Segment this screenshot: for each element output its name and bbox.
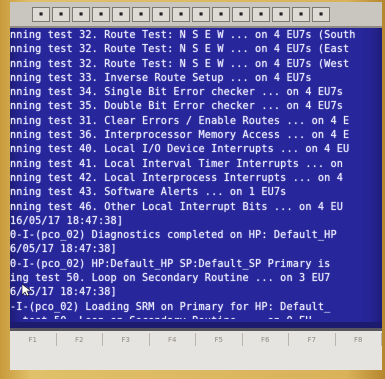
- disconnect-icon: ▪: [138, 9, 144, 18]
- console-line: nning test 32. Route Test: N S E W ... o…: [10, 44, 350, 56]
- keyboard-button[interactable]: ▪: [232, 6, 250, 22]
- disconnect-button[interactable]: ▪: [132, 6, 150, 22]
- connect-button[interactable]: ▪: [112, 6, 130, 22]
- console-line: nning test 36. Interprocessor Memory Acc…: [10, 130, 350, 142]
- color-button[interactable]: ▪: [212, 6, 230, 22]
- font-button[interactable]: ▪: [192, 6, 210, 22]
- console-line: nning test 32. Route Test: N S E W ... o…: [10, 30, 356, 41]
- macro-icon: ▪: [258, 9, 264, 18]
- transfer-icon: ▪: [278, 9, 284, 18]
- console-line: nning test 32. Route Test: N S E W ... o…: [10, 58, 350, 70]
- console-line: nning test 35. Double Bit Error checker …: [10, 101, 344, 113]
- paste-icon: ▪: [78, 9, 84, 18]
- paste-button[interactable]: ▪: [72, 6, 90, 22]
- transfer-button[interactable]: ▪: [272, 6, 290, 22]
- font-icon: ▪: [198, 9, 204, 18]
- help-icon: ▪: [298, 9, 304, 18]
- settings-icon: ▪: [158, 9, 164, 18]
- console-line: nning test 42. Local Interprocess Interr…: [10, 172, 344, 184]
- macro-button[interactable]: ▪: [252, 6, 270, 22]
- mouse-pointer-icon: [21, 283, 32, 297]
- console-line: nning test 33. Inverse Route Setup ... o…: [10, 72, 312, 84]
- console-line: nning test 41. Local Interval Timer Inte…: [10, 158, 344, 170]
- copy-icon: ▪: [58, 9, 64, 18]
- console-line: ing test 50. Loop on Secondary Routine .…: [10, 273, 331, 285]
- function-key-bar: F1 F2 F3 F4 F5 F6 F7 F8: [10, 328, 382, 370]
- console-line: 0-I-(pco_02) Diagnostics completed on HP…: [10, 230, 337, 242]
- window-button[interactable]: ▪: [32, 6, 50, 22]
- find-icon: ▪: [178, 9, 184, 18]
- color-icon: ▪: [218, 9, 224, 18]
- fkey-f4[interactable]: F4: [150, 333, 196, 346]
- console-line: nning test 43. Software Alerts ... on 1 …: [10, 187, 287, 199]
- monitor-bezel: ▪ ▪ ▪ ▪ ▪ ▪ ▪ ▪ ▪ ▪ ▪ ▪ ▪ ▪ ▪ nning test 32. Route Tes…: [0, 0, 385, 379]
- connect-icon: ▪: [118, 9, 124, 18]
- terminal-window: ▪ ▪ ▪ ▪ ▪ ▪ ▪ ▪ ▪ ▪ ▪ ▪ ▪ ▪ ▪ nning test 32. Route Tes…: [10, 2, 382, 370]
- fkey-f8[interactable]: F8: [336, 333, 382, 346]
- find-button[interactable]: ▪: [172, 6, 190, 22]
- fkey-f3[interactable]: F3: [103, 333, 150, 346]
- print-button[interactable]: ▪: [92, 6, 110, 22]
- help-button[interactable]: ▪: [292, 6, 310, 22]
- fkey-f2[interactable]: F2: [57, 333, 103, 346]
- window-icon: ▪: [38, 9, 44, 18]
- console-line: nning test 46. Other Local Interrupt Bit…: [10, 201, 344, 213]
- settings-button[interactable]: ▪: [152, 6, 170, 22]
- fkey-f5[interactable]: F5: [196, 333, 243, 346]
- console-line: 16/05/17 18:47:38]: [10, 215, 124, 227]
- console-line: -I-(pco_02) Loading SRM on Primary for H…: [10, 301, 331, 313]
- console-line: 0-I-(pco_02) HP:Default_HP SP:Default_SP…: [10, 258, 331, 270]
- console-output[interactable]: nning test 32. Route Test: N S E W ... o…: [10, 29, 382, 319]
- fkey-f1[interactable]: F1: [10, 333, 57, 346]
- console-line: 6/05/17 18:47:38]: [10, 287, 117, 299]
- console-line: nning test 40. Local I/O Device Interrup…: [10, 144, 350, 156]
- fkey-f7[interactable]: F7: [289, 333, 336, 346]
- console-line: test 50. Loop on Secondary Routine ... o…: [10, 315, 382, 319]
- fkey-f6[interactable]: F6: [243, 333, 289, 346]
- copy-button[interactable]: ▪: [52, 6, 70, 22]
- toolbar: ▪ ▪ ▪ ▪ ▪ ▪ ▪ ▪ ▪ ▪ ▪ ▪ ▪ ▪ ▪: [10, 2, 382, 28]
- about-button[interactable]: ▪: [312, 6, 330, 22]
- about-icon: ▪: [318, 9, 324, 18]
- console-line: nning test 31. Clear Errors / Enable Rou…: [10, 115, 350, 127]
- keyboard-icon: ▪: [238, 9, 244, 18]
- console-line: 6/05/17 18:47:38]: [10, 244, 117, 256]
- print-icon: ▪: [98, 9, 104, 18]
- console-line: nning test 34. Single Bit Error checker …: [10, 87, 344, 99]
